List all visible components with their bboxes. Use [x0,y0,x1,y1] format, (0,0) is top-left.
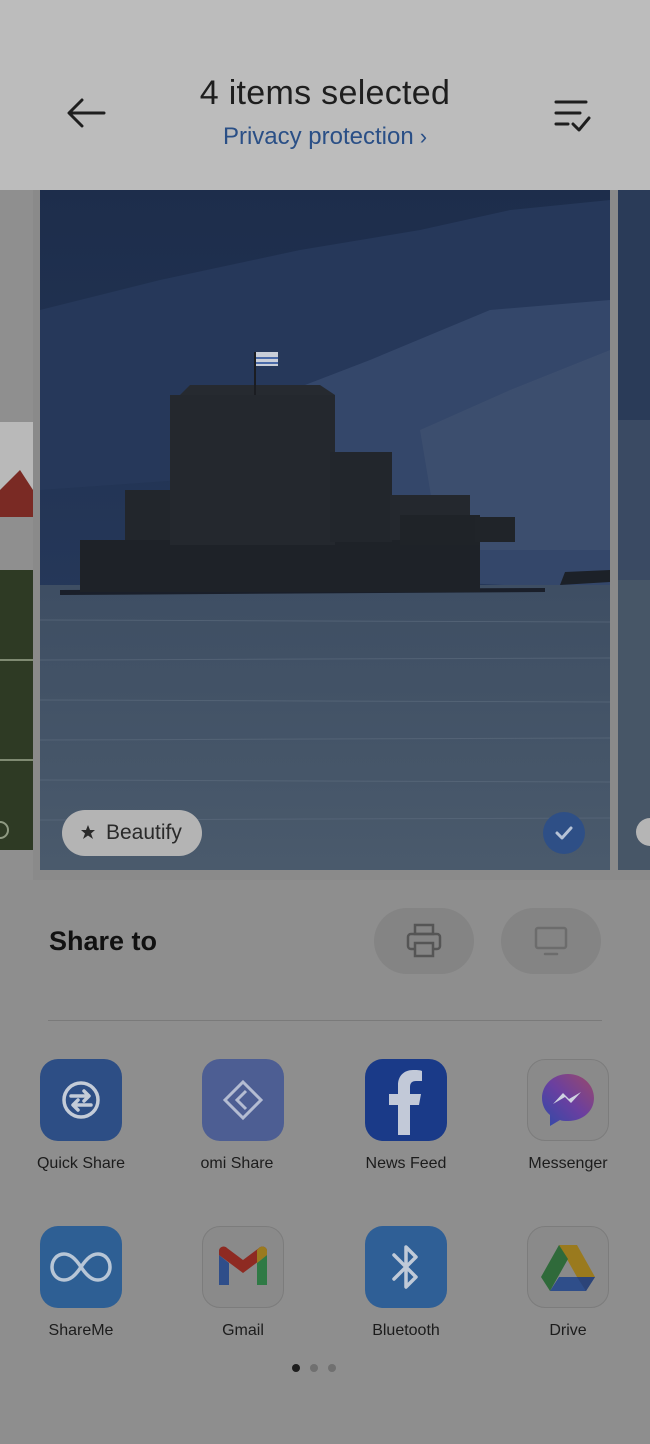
screen-cast-button[interactable] [501,908,601,974]
app-label: News Feed [365,1155,447,1172]
castle-photo-image [40,190,610,870]
privacy-protection-label: Privacy protection [222,123,414,150]
page-dot [328,1364,336,1372]
next-photo-thumbnail[interactable] [618,190,650,870]
app-label: Quick Share [36,1155,126,1172]
beautify-button[interactable]: Beautify [62,810,202,856]
selected-photo[interactable] [40,190,610,870]
share-app-drive[interactable]: Drive [503,1226,633,1340]
bluetooth-icon [365,1226,447,1308]
page-indicator [292,1364,336,1372]
share-app-mi-share[interactable]: omi Share [178,1059,308,1173]
share-sheet: Share to Quick Share omi Share News Feed… [0,880,650,1444]
checkmark-icon [555,826,573,840]
app-label: Bluetooth [372,1322,440,1339]
beautify-label: Beautify [106,821,182,844]
app-label: Gmail [222,1322,264,1339]
divider [48,1020,602,1021]
page-dot-active [292,1364,300,1372]
share-to-title: Share to [49,926,158,956]
shareme-icon [40,1226,122,1308]
screen-cast-icon [534,926,568,956]
app-label: Messenger [528,1155,608,1172]
share-app-gmail[interactable]: Gmail [178,1226,308,1340]
share-app-quick-share[interactable]: Quick Share [16,1059,146,1173]
beautify-icon [81,825,95,839]
print-icon [406,923,442,958]
previous-photo-thumbnail[interactable] [0,190,33,880]
app-label: omi Share [200,1155,274,1172]
app-label: Drive [549,1322,587,1339]
print-button[interactable] [374,908,474,974]
app-label: ShareMe [48,1322,114,1339]
messenger-icon [527,1059,609,1141]
share-app-news-feed[interactable]: News Feed [341,1059,471,1173]
share-app-shareme[interactable]: ShareMe [16,1226,146,1340]
gmail-icon [202,1226,284,1308]
select-all-icon [554,100,591,132]
selected-checkbox[interactable] [543,812,585,854]
photo-carousel[interactable]: Beautify [0,190,650,880]
chevron-right-icon: › [419,124,428,149]
quick-share-icon [40,1059,122,1141]
mi-share-icon [202,1059,284,1141]
facebook-icon [365,1059,447,1141]
select-all-button[interactable] [548,92,596,138]
top-bar: 4 items selected Privacy protection › [0,0,650,190]
page-dot [310,1364,318,1372]
share-app-messenger[interactable]: Messenger [503,1059,633,1173]
drive-icon [527,1226,609,1308]
share-app-bluetooth[interactable]: Bluetooth [341,1226,471,1340]
